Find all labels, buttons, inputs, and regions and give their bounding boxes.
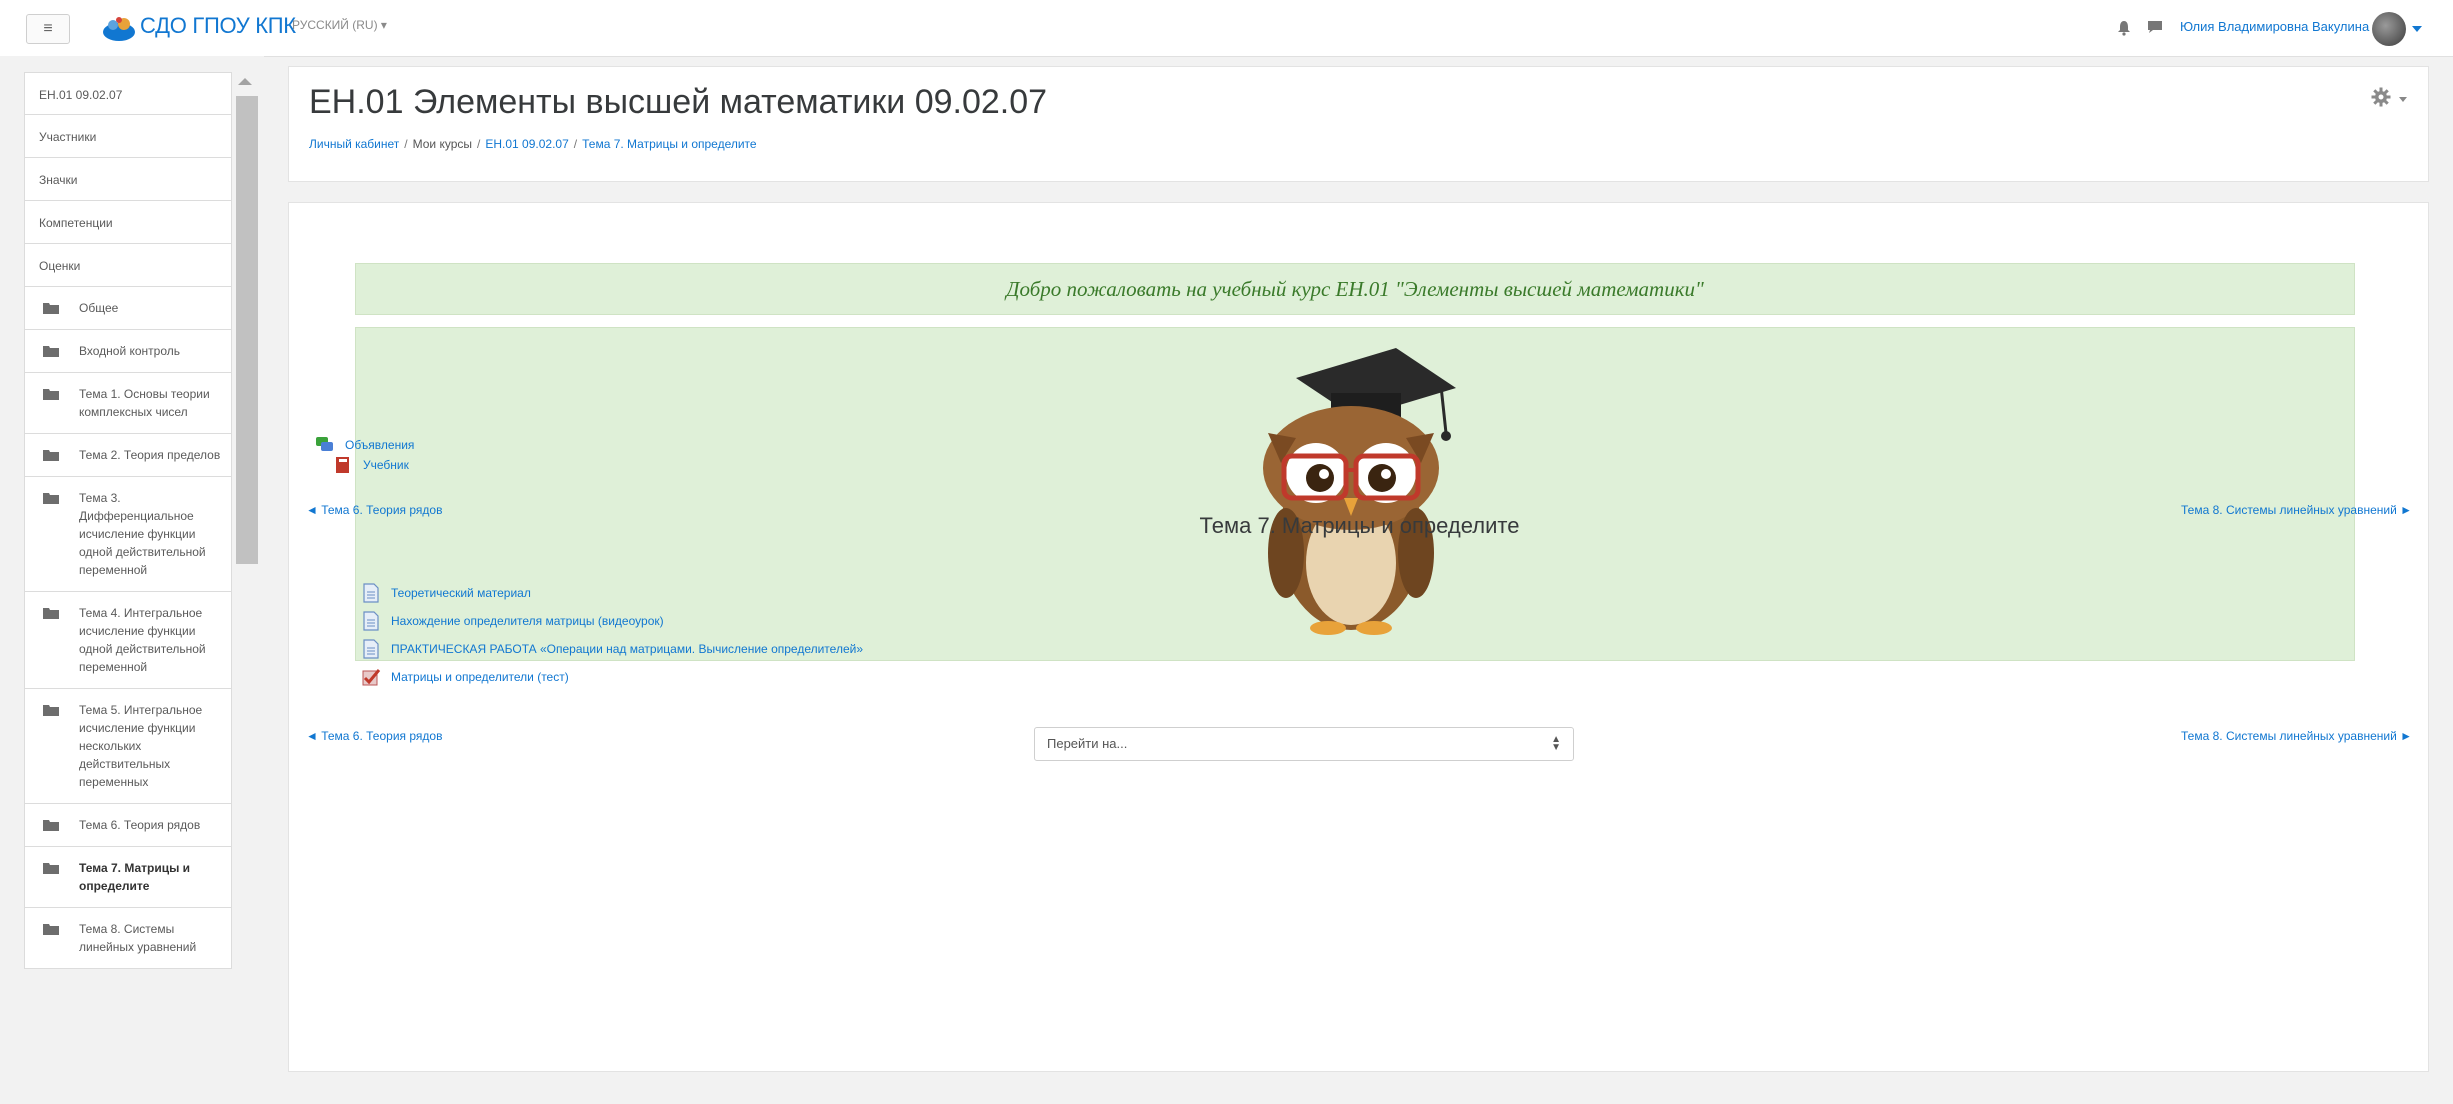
- sidebar-item-section[interactable]: Тема 4. Интегральное исчисление функции …: [24, 592, 232, 689]
- breadcrumb-course[interactable]: ЕН.01 09.02.07: [485, 137, 568, 151]
- sidebar-item-grades[interactable]: Оценки: [24, 244, 232, 287]
- menu-toggle-button[interactable]: ≡: [26, 14, 70, 44]
- file-icon: [363, 583, 379, 603]
- sidebar-item-label: Входной контроль: [79, 344, 181, 358]
- folder-icon: [43, 863, 59, 874]
- page-title: ЕН.01 Элементы высшей математики 09.02.0…: [309, 83, 1048, 121]
- welcome-banner: Добро пожаловать на учебный курс ЕН.01 "…: [355, 263, 2355, 315]
- sidebar-item-label: Тема 4. Интегральное исчисление функции …: [79, 606, 206, 674]
- site-brand[interactable]: СДО ГПОУ КПК: [140, 13, 296, 39]
- sidebar-item-section[interactable]: Тема 6. Теория рядов: [24, 804, 232, 847]
- logo-icon[interactable]: [102, 14, 136, 42]
- sidebar-item-section[interactable]: Тема 7. Матрицы и определите: [24, 847, 232, 908]
- sidebar-item-label: Общее: [79, 301, 119, 315]
- folder-icon: [43, 608, 59, 619]
- select-arrows-icon: ▲ ▼: [1551, 734, 1561, 753]
- activity-video-link[interactable]: Нахождение определителя матрицы (видеоур…: [391, 614, 664, 628]
- sidebar-item-label: Тема 7. Матрицы и определите: [79, 861, 191, 893]
- file-icon: [363, 611, 379, 631]
- file-icon: [363, 639, 379, 659]
- breadcrumb-dashboard[interactable]: Личный кабинет: [309, 137, 399, 151]
- folder-icon: [43, 924, 59, 935]
- activity-video[interactable]: Нахождение определителя матрицы (видеоур…: [361, 611, 664, 631]
- message-icon[interactable]: [2147, 20, 2163, 34]
- folder-icon: [43, 346, 59, 357]
- folder-icon: [43, 493, 59, 504]
- activity-quiz-link[interactable]: Матрицы и определители (тест): [391, 670, 569, 684]
- folder-icon: [43, 450, 59, 461]
- course-content: Добро пожаловать на учебный курс ЕН.01 "…: [288, 202, 2429, 1072]
- section-title: Тема 7. Матрицы и определите: [1199, 513, 1520, 538]
- sidebar-item-label: Тема 5. Интегральное исчисление функции …: [79, 703, 203, 789]
- sidebar-nav: ЕН.01 09.02.07 Участники Значки Компетен…: [24, 72, 232, 969]
- sidebar-item-badges[interactable]: Значки: [24, 158, 232, 201]
- sidebar-item-label: Тема 6. Теория рядов: [79, 818, 201, 832]
- caret-down-icon[interactable]: [2399, 97, 2407, 102]
- sidebar-item-course[interactable]: ЕН.01 09.02.07: [24, 72, 232, 115]
- activity-practical-link[interactable]: ПРАКТИЧЕСКАЯ РАБОТА «Операции над матриц…: [391, 642, 863, 656]
- sidebar-item-section[interactable]: Тема 5. Интегральное исчисление функции …: [24, 689, 232, 804]
- user-name[interactable]: Юлия Владимировна Вакулина: [2180, 19, 2369, 34]
- prev-section-link-bottom[interactable]: ◄ Тема 6. Теория рядов: [306, 729, 442, 743]
- jump-to-select[interactable]: Перейти на... ▲ ▼: [1034, 727, 1574, 761]
- top-navbar: ≡ СДО ГПОУ КПК РУССКИЙ (RU) ▾ Юлия Влади…: [0, 0, 2453, 57]
- sidebar-item-label: Тема 3. Дифференциальное исчисление функ…: [79, 491, 206, 577]
- activity-quiz[interactable]: Матрицы и определители (тест): [361, 667, 569, 687]
- breadcrumb-separator: /: [573, 137, 578, 151]
- page-header: ЕН.01 Элементы высшей математики 09.02.0…: [288, 66, 2429, 182]
- breadcrumb: Личный кабинет / Мои курсы / ЕН.01 09.02.07 /…: [309, 137, 757, 151]
- caret-down-icon[interactable]: [2412, 26, 2422, 32]
- bell-icon[interactable]: [2117, 20, 2131, 36]
- menu-icon: ≡: [43, 20, 53, 37]
- sidebar-item-label: Тема 1. Основы теории комплексных чисел: [79, 387, 210, 419]
- activity-book-link[interactable]: Учебник: [363, 458, 409, 472]
- language-menu[interactable]: РУССКИЙ (RU) ▾: [292, 18, 387, 32]
- gear-icon[interactable]: [2371, 87, 2391, 107]
- sidebar-item-section[interactable]: Общее: [24, 287, 232, 330]
- quiz-icon: [362, 669, 381, 686]
- next-section-link-bottom[interactable]: Тема 8. Системы линейных уравнений ►: [2181, 729, 2412, 743]
- breadcrumb-section[interactable]: Тема 7. Матрицы и определите: [582, 137, 757, 151]
- sidebar-item-participants[interactable]: Участники: [24, 115, 232, 158]
- folder-icon: [43, 303, 59, 314]
- scrollbar-thumb[interactable]: [236, 96, 258, 564]
- activity-book[interactable]: Учебник: [333, 455, 409, 475]
- breadcrumb-separator: /: [477, 137, 481, 151]
- sidebar-scrollbar[interactable]: [234, 72, 258, 1104]
- folder-icon: [43, 389, 59, 400]
- sidebar-item-label: Тема 8. Системы линейных уравнений: [79, 922, 197, 954]
- activity-forum[interactable]: Объявления: [315, 435, 414, 455]
- scroll-up-icon[interactable]: [238, 78, 252, 85]
- avatar[interactable]: [2372, 12, 2406, 46]
- book-icon: [336, 457, 349, 473]
- folder-icon: [43, 820, 59, 831]
- activity-practical[interactable]: ПРАКТИЧЕСКАЯ РАБОТА «Операции над матриц…: [361, 639, 863, 659]
- sidebar-item-competencies[interactable]: Компетенции: [24, 201, 232, 244]
- activity-theory[interactable]: Теоретический материал: [361, 583, 531, 603]
- jump-to-value: Перейти на...: [1047, 736, 1128, 751]
- breadcrumb-separator: /: [404, 137, 408, 151]
- owl-mascot-image: [1263, 348, 1456, 635]
- forum-icon: [316, 437, 333, 451]
- course-sidebar: ЕН.01 09.02.07 Участники Значки Компетен…: [0, 56, 264, 1104]
- sidebar-item-section[interactable]: Тема 1. Основы теории комплексных чисел: [24, 373, 232, 434]
- sidebar-item-section[interactable]: Входной контроль: [24, 330, 232, 373]
- activity-theory-link[interactable]: Теоретический материал: [391, 586, 531, 600]
- breadcrumb-my-courses: Мои курсы: [412, 137, 473, 151]
- sidebar-item-label: Тема 2. Теория пределов: [79, 448, 221, 462]
- folder-icon: [43, 705, 59, 716]
- activity-forum-link[interactable]: Объявления: [345, 438, 414, 452]
- sidebar-item-section[interactable]: Тема 3. Дифференциальное исчисление функ…: [24, 477, 232, 592]
- sidebar-item-section[interactable]: Тема 2. Теория пределов: [24, 434, 232, 477]
- sidebar-item-section[interactable]: Тема 8. Системы линейных уравнений: [24, 908, 232, 969]
